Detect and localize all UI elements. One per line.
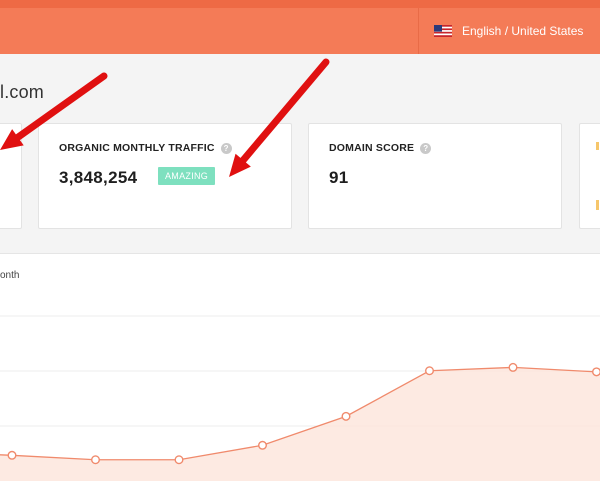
organic-traffic-label-row: ORGANIC MONTHLY TRAFFIC ? [59,142,232,154]
domain-score-value: 91 [329,168,349,187]
metric-card-partial-right [579,123,600,229]
domain-score-label-row: DOMAIN SCORE ? [329,142,432,154]
traffic-point[interactable] [508,362,518,372]
traffic-point[interactable] [341,411,351,421]
question-circle-icon[interactable]: ? [420,142,432,154]
us-flag-icon [434,25,452,37]
language-selector[interactable]: English / United States [434,8,583,54]
traffic-point[interactable] [592,367,600,377]
domain-score-card: DOMAIN SCORE ? 91 [308,123,562,229]
language-label: English / United States [462,24,584,38]
card-accent-edge [596,200,599,210]
traffic-point[interactable] [90,455,100,465]
card-accent-edge [596,142,599,150]
question-circle-icon[interactable]: ? [220,142,232,154]
traffic-point[interactable] [425,366,435,376]
traffic-chart [0,315,600,481]
organic-traffic-label: ORGANIC MONTHLY TRAFFIC [59,142,215,154]
organic-traffic-value: 3,848,254 [59,168,138,187]
traffic-point[interactable] [258,440,268,450]
organic-traffic-card: ORGANIC MONTHLY TRAFFIC ? 3,848,254 AMAZ… [38,123,292,229]
traffic-point[interactable] [174,455,184,465]
domain-title: l.com [0,82,45,102]
topbar-divider [418,8,419,54]
traffic-area [0,367,600,481]
domain-score-label: DOMAIN SCORE [329,142,415,154]
traffic-rating-badge: AMAZING [158,167,216,185]
metric-card-partial-left [0,123,22,229]
traffic-point[interactable] [7,450,17,460]
traffic-chart-panel: onth [0,253,600,481]
